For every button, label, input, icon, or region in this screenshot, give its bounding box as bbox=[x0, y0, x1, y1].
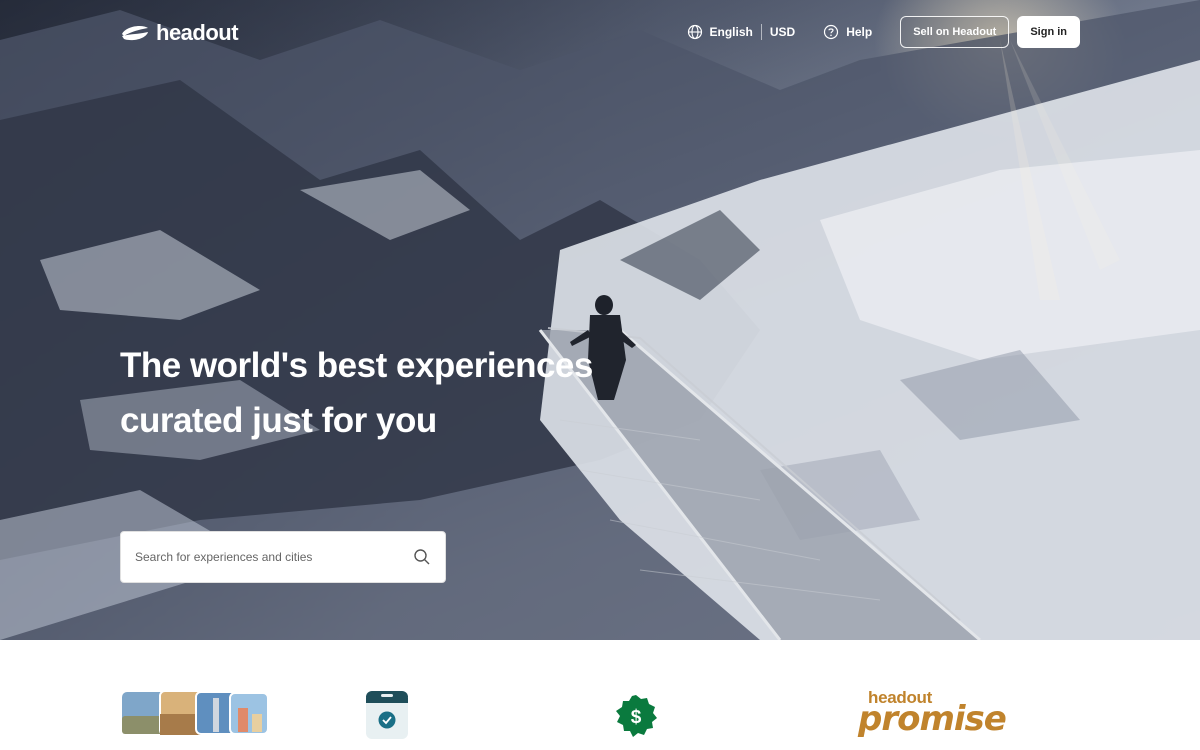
promise-word: promise bbox=[858, 699, 1007, 739]
sign-in-button[interactable]: Sign in bbox=[1017, 16, 1080, 48]
nav-actions: English USD Help Sell on Headout Sign in bbox=[687, 16, 1080, 48]
headout-logo-icon bbox=[122, 26, 148, 41]
currency-selector[interactable]: USD bbox=[770, 25, 795, 39]
headout-logo[interactable]: headout bbox=[120, 20, 239, 46]
headout-promise-logo: headout promise bbox=[858, 688, 1007, 740]
destination-photos-icon bbox=[122, 690, 269, 736]
top-navigation: headout English USD Help Sell on Headout… bbox=[0, 0, 1200, 64]
nav-divider bbox=[760, 24, 762, 40]
hero-banner: headout English USD Help Sell on Headout… bbox=[0, 0, 1200, 640]
language-selector[interactable]: English bbox=[687, 24, 753, 40]
help-label: Help bbox=[846, 25, 873, 39]
search-bar[interactable] bbox=[120, 531, 446, 583]
brand-name: headout bbox=[156, 20, 239, 45]
search-input[interactable] bbox=[135, 550, 413, 564]
search-icon[interactable] bbox=[413, 548, 431, 566]
features-strip: $ headout promise bbox=[0, 640, 1200, 750]
sell-on-headout-button[interactable]: Sell on Headout bbox=[900, 16, 1010, 48]
svg-text:$: $ bbox=[631, 707, 642, 728]
help-icon bbox=[824, 24, 839, 40]
language-label: English bbox=[709, 25, 753, 39]
calendar-check-icon bbox=[366, 691, 408, 739]
globe-icon bbox=[687, 24, 702, 40]
hero-headline: The world's best experiences curated jus… bbox=[120, 346, 593, 440]
dollar-badge-icon: $ bbox=[616, 695, 657, 737]
help-link[interactable]: Help bbox=[823, 24, 872, 40]
